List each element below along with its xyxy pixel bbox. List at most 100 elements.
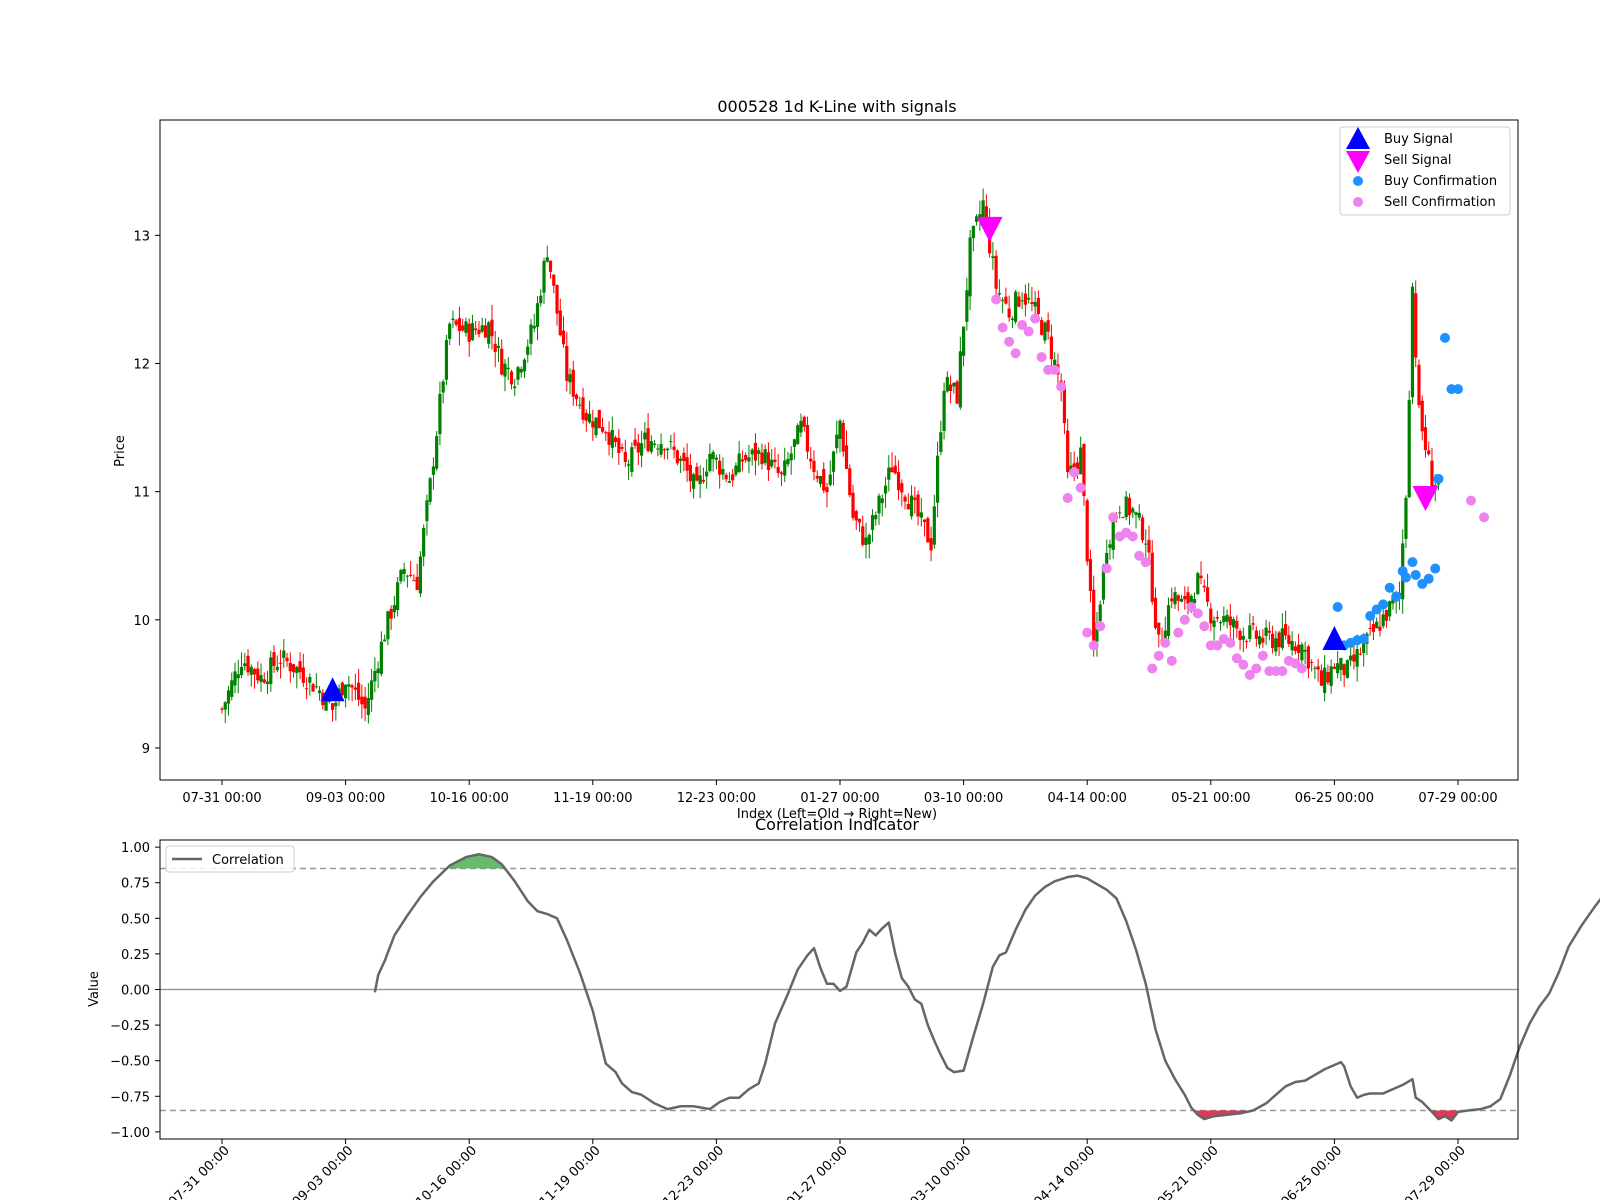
sell-confirmation-dot — [1062, 493, 1073, 504]
candle-body — [223, 702, 227, 710]
candle-body — [783, 460, 787, 476]
candle-body — [415, 576, 419, 590]
candle-body — [607, 432, 611, 445]
candle-body — [340, 682, 344, 696]
sell-confirmation-dot — [1140, 557, 1151, 568]
candle-body — [1046, 320, 1050, 332]
candle-body — [396, 582, 400, 611]
candle-body — [233, 671, 237, 686]
sell-confirmation-dot — [1056, 381, 1067, 392]
candle-body — [1238, 630, 1242, 641]
candle-body — [451, 318, 455, 321]
candle-body — [874, 515, 878, 520]
candle-body — [799, 420, 803, 433]
candle-body — [594, 417, 598, 436]
candle-body — [366, 698, 370, 716]
candle-body — [997, 292, 1001, 295]
candle-body — [412, 580, 416, 582]
candle-body — [831, 451, 836, 472]
candle-body — [1014, 291, 1018, 322]
kline-legend: Buy Signal Sell Signal Buy Confirmation … — [1339, 126, 1511, 216]
candle-body — [1287, 635, 1291, 644]
candle-body — [236, 674, 240, 679]
candle-body — [360, 696, 364, 705]
candle-body — [516, 367, 520, 380]
candle-body — [1066, 430, 1070, 473]
candle-body — [770, 459, 774, 467]
candle-body — [822, 468, 826, 491]
sell-confirmation-dot — [1095, 621, 1106, 632]
buy-confirmation-dot — [1378, 599, 1389, 610]
correlation-y-tick-label: 0.25 — [121, 948, 150, 963]
candle-body — [1176, 595, 1180, 601]
kline-x-tick-label: 11-19 00:00 — [553, 791, 632, 806]
candle-body — [330, 703, 335, 711]
candle-body — [477, 329, 481, 335]
candle-body — [965, 290, 969, 322]
candle-body — [922, 519, 927, 523]
correlation-y-tick-label: 0.00 — [121, 984, 150, 999]
candle-body — [1030, 302, 1034, 304]
candle-body — [383, 639, 387, 642]
candle-body — [1410, 286, 1415, 398]
candle-body — [750, 449, 754, 455]
candle-body — [649, 441, 653, 452]
sell-confirmation-dot — [991, 294, 1002, 305]
sell-confirmation-dot — [1466, 495, 1477, 506]
candle-body — [1254, 630, 1258, 639]
candle-body — [344, 684, 348, 699]
candle-body — [1007, 308, 1011, 318]
candle-body — [474, 328, 478, 331]
candle-body — [952, 382, 956, 387]
candle-body — [948, 384, 953, 392]
kline-x-tick-label: 05-21 00:00 — [1171, 791, 1250, 806]
sell-confirmation-dot — [1192, 608, 1203, 619]
candle-body — [698, 475, 702, 485]
candle-body — [571, 369, 575, 397]
candle-body — [399, 570, 403, 582]
candle-body — [1375, 621, 1379, 629]
correlation-title: Correlation Indicator — [755, 815, 919, 834]
candle-body — [890, 467, 894, 473]
correlation-y-tick-label: −0.25 — [110, 1019, 150, 1034]
candle-body — [373, 671, 377, 682]
sell-confirmation-dot — [1075, 482, 1086, 493]
candle-body — [370, 680, 374, 700]
candle-body — [1261, 637, 1265, 643]
buy-confirmation-dot — [1407, 557, 1418, 568]
candle-body — [682, 452, 686, 462]
buy-confirmation-dot — [1430, 563, 1441, 574]
kline-y-tick-label: 11 — [133, 486, 150, 501]
candle-body — [1345, 660, 1350, 678]
candle-body — [708, 453, 712, 472]
candle-body — [639, 443, 644, 456]
candle-body — [246, 655, 250, 673]
candle-body — [883, 485, 888, 494]
candle-body — [916, 494, 920, 517]
candle-body — [1001, 299, 1005, 301]
candle-body — [493, 343, 497, 352]
correlation-y-tick-label: 1.00 — [121, 841, 150, 856]
candle-body — [688, 464, 692, 482]
candle-body — [1352, 654, 1356, 662]
kline-y-tick-label: 12 — [133, 357, 150, 372]
correlation-y-tick-label: −0.75 — [110, 1090, 150, 1105]
candle-body — [259, 675, 263, 682]
candle-body — [971, 225, 975, 239]
candle-body — [1264, 627, 1268, 636]
candle-body — [962, 326, 966, 356]
candle-body — [1417, 364, 1421, 406]
candle-body — [1023, 293, 1027, 305]
candle-body — [561, 330, 566, 345]
candle-body — [402, 568, 406, 574]
candle-body — [776, 466, 780, 474]
candle-body — [828, 474, 832, 485]
candle-body — [363, 696, 367, 709]
candle-body — [1342, 664, 1346, 676]
candle-body — [1036, 297, 1041, 315]
candle-body — [721, 469, 725, 475]
candle-body — [792, 439, 797, 447]
candle-body — [926, 518, 930, 543]
candle-body — [955, 381, 959, 404]
candle-body — [558, 310, 562, 336]
